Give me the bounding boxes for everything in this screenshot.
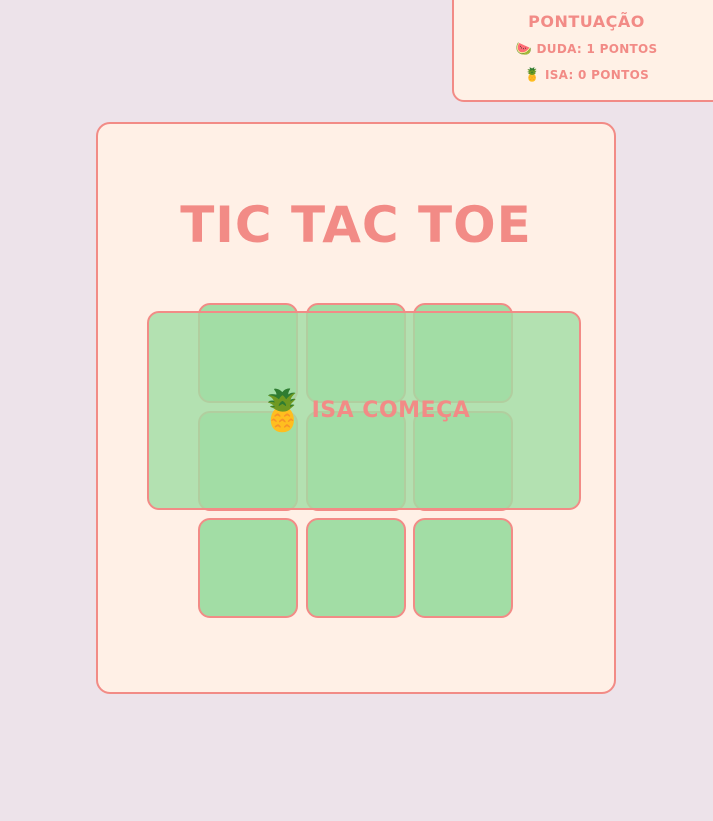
start-banner[interactable]: 🍍 Isa começa <box>147 311 581 510</box>
board-cell-9[interactable] <box>413 518 513 618</box>
watermelon-icon: 🍉 <box>515 42 533 57</box>
pineapple-icon: 🍍 <box>257 387 308 434</box>
scoreboard-title: Pontuação <box>528 12 645 31</box>
scoreboard: Pontuação 🍉 Duda: 1 pontos 🍍 Isa: 0 pont… <box>452 0 713 102</box>
score-player-isa: 🍍 Isa: 0 pontos <box>454 68 713 83</box>
score-text-duda: Duda: 1 pontos <box>536 42 658 56</box>
board-cell-8[interactable] <box>306 518 406 618</box>
score-text-isa: Isa: 0 pontos <box>544 68 650 82</box>
start-message: Isa começa <box>311 398 471 423</box>
game-title: Tic Tac Toe <box>180 196 532 254</box>
board-cell-7[interactable] <box>198 518 298 618</box>
score-player-duda: 🍉 Duda: 1 pontos <box>454 42 713 57</box>
pineapple-icon: 🍍 <box>523 68 541 83</box>
